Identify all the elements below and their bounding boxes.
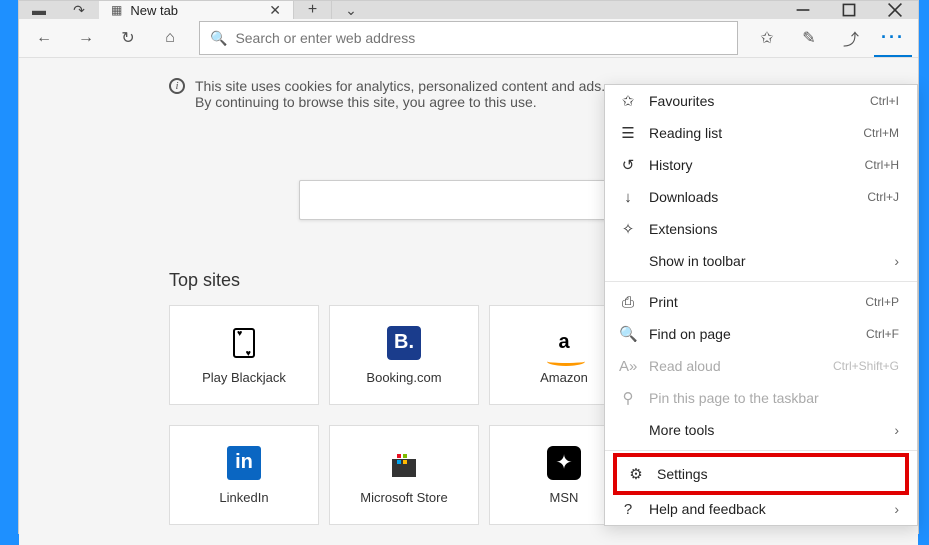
address-bar[interactable]: 🔍	[199, 21, 738, 55]
menu-print[interactable]: ⎙ Print Ctrl+P	[605, 286, 917, 318]
history-icon: ↺	[619, 156, 637, 174]
linkedin-icon: in	[227, 446, 261, 480]
store-icon	[387, 446, 421, 480]
msn-icon: ✦	[547, 446, 581, 480]
pin-icon: ⚲	[619, 389, 637, 407]
window-controls	[780, 1, 918, 19]
info-icon: i	[169, 78, 185, 94]
menu-pin-taskbar: ⚲ Pin this page to the taskbar	[605, 382, 917, 414]
menu-separator	[605, 281, 917, 282]
menu-label: Show in toolbar	[649, 253, 882, 269]
forward-button[interactable]: →	[67, 19, 105, 57]
close-window-button[interactable]	[872, 1, 918, 19]
menu-show-in-toolbar[interactable]: Show in toolbar ›	[605, 245, 917, 277]
refresh-button[interactable]: ↻	[109, 19, 147, 57]
notes-icon[interactable]: ✎	[790, 19, 828, 57]
menu-label: Help and feedback	[649, 501, 882, 517]
menu-favourites[interactable]: ✩ Favourites Ctrl+I	[605, 85, 917, 117]
download-icon: ↓	[619, 189, 637, 206]
cookie-text: This site uses cookies for analytics, pe…	[195, 78, 625, 110]
set-aside-tabs-icon[interactable]: ▬	[19, 1, 59, 19]
menu-label: Print	[649, 294, 853, 310]
tab-favicon-icon: ▦	[111, 3, 122, 17]
share-icon[interactable]: ⤴	[832, 19, 870, 57]
menu-label: History	[649, 157, 853, 173]
gear-icon: ⚙	[627, 465, 645, 483]
menu-label: Favourites	[649, 93, 858, 109]
chevron-right-icon: ›	[894, 422, 899, 438]
chevron-right-icon: ›	[894, 501, 899, 517]
search-icon: 🔍	[210, 30, 227, 47]
tabs-preview-icon[interactable]: ↷	[59, 1, 99, 19]
tile-microsoft-store[interactable]: Microsoft Store	[329, 425, 479, 525]
tile-booking[interactable]: B. Booking.com	[329, 305, 479, 405]
menu-read-aloud: A» Read aloud Ctrl+Shift+G	[605, 350, 917, 382]
settings-highlight: ⚙ Settings	[613, 453, 909, 495]
menu-settings[interactable]: ⚙ Settings	[617, 457, 905, 491]
tile-label: Amazon	[540, 370, 588, 385]
menu-shortcut: Ctrl+Shift+G	[833, 359, 899, 373]
menu-shortcut: Ctrl+M	[863, 126, 899, 140]
menu-shortcut: Ctrl+P	[865, 295, 899, 309]
more-menu-button[interactable]: ···	[874, 19, 912, 57]
menu-label: Settings	[657, 466, 887, 482]
menu-find-on-page[interactable]: 🔍 Find on page Ctrl+F	[605, 318, 917, 350]
find-icon: 🔍	[619, 325, 637, 343]
menu-shortcut: Ctrl+I	[870, 94, 899, 108]
menu-more-tools[interactable]: More tools ›	[605, 414, 917, 446]
add-favourite-icon[interactable]: ✩	[748, 19, 786, 57]
browser-tab[interactable]: ▦ New tab ✕	[99, 1, 294, 19]
minimize-button[interactable]	[780, 1, 826, 19]
maximize-button[interactable]	[826, 1, 872, 19]
extensions-icon: ✧	[619, 220, 637, 238]
close-tab-icon[interactable]: ✕	[269, 2, 281, 19]
menu-extensions[interactable]: ✧ Extensions	[605, 213, 917, 245]
tile-play-blackjack[interactable]: Play Blackjack	[169, 305, 319, 405]
tile-label: MSN	[550, 490, 579, 505]
print-icon: ⎙	[619, 294, 637, 311]
toolbar: ← → ↻ ⌂ 🔍 ✩ ✎ ⤴ ···	[19, 19, 918, 58]
tile-label: LinkedIn	[219, 490, 268, 505]
menu-shortcut: Ctrl+F	[866, 327, 899, 341]
tile-label: Microsoft Store	[360, 490, 447, 505]
amazon-icon: a	[547, 326, 581, 360]
reading-list-icon: ☰	[619, 124, 637, 142]
menu-label: Read aloud	[649, 358, 821, 374]
tab-label: New tab	[130, 3, 261, 18]
menu-shortcut: Ctrl+J	[867, 190, 899, 204]
help-icon: ?	[619, 501, 637, 518]
address-input[interactable]	[235, 30, 727, 46]
new-tab-button[interactable]: +	[294, 1, 332, 19]
tile-label: Play Blackjack	[202, 370, 286, 385]
home-button[interactable]: ⌂	[151, 19, 189, 57]
star-icon: ✩	[619, 92, 637, 110]
titlebar: ▬ ↷ ▦ New tab ✕ + ⌄	[19, 1, 918, 19]
menu-label: Reading list	[649, 125, 851, 141]
menu-label: Find on page	[649, 326, 854, 342]
menu-label: Downloads	[649, 189, 855, 205]
tab-strip: ▬ ↷ ▦ New tab ✕ + ⌄	[19, 1, 370, 19]
back-button[interactable]: ←	[25, 19, 63, 57]
read-aloud-icon: A»	[619, 358, 637, 375]
menu-separator	[605, 450, 917, 451]
more-menu: ✩ Favourites Ctrl+I ☰ Reading list Ctrl+…	[604, 84, 918, 526]
menu-history[interactable]: ↺ History Ctrl+H	[605, 149, 917, 181]
menu-downloads[interactable]: ↓ Downloads Ctrl+J	[605, 181, 917, 213]
menu-label: More tools	[649, 422, 882, 438]
tile-linkedin[interactable]: in LinkedIn	[169, 425, 319, 525]
tile-label: Booking.com	[366, 370, 441, 385]
menu-label: Pin this page to the taskbar	[649, 390, 899, 406]
menu-help-feedback[interactable]: ? Help and feedback ›	[605, 493, 917, 525]
tab-actions-icon[interactable]: ⌄	[332, 1, 370, 19]
menu-label: Extensions	[649, 221, 899, 237]
menu-reading-list[interactable]: ☰ Reading list Ctrl+M	[605, 117, 917, 149]
menu-shortcut: Ctrl+H	[865, 158, 899, 172]
chevron-right-icon: ›	[894, 253, 899, 269]
card-icon	[227, 326, 261, 360]
booking-icon: B.	[387, 326, 421, 360]
